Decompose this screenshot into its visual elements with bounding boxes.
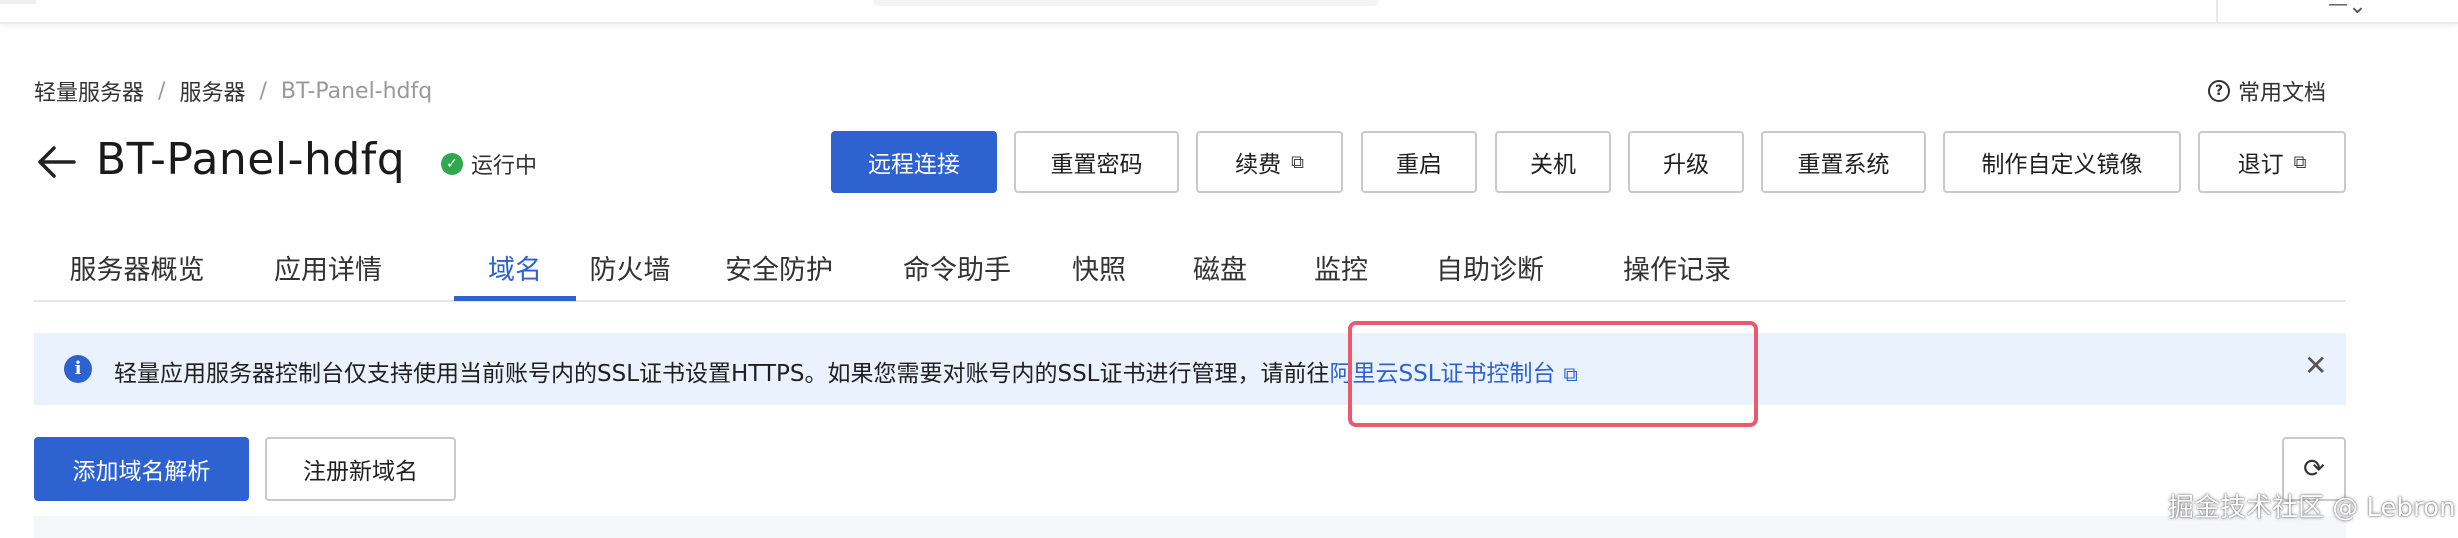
- remote-connect-button[interactable]: 远程连接: [831, 131, 997, 193]
- reset-password-button[interactable]: 重置密码: [1014, 131, 1179, 193]
- tab-monitoring[interactable]: 监控: [1310, 248, 1372, 298]
- top-search-field[interactable]: [873, 0, 1379, 6]
- register-domain-label: 注册新域名: [303, 459, 418, 485]
- notice-message: 轻量应用服务器控制台仅支持使用当前账号内的SSL证书设置HTTPS。如果您需要对…: [114, 361, 1330, 387]
- back-arrow-icon[interactable]: [34, 140, 78, 184]
- close-icon[interactable]: ✕: [2304, 349, 2327, 382]
- tab-bar: 服务器概览 应用详情 域名 防火墙 安全防护 命令助手 快照 磁盘 监控 自助诊…: [34, 238, 2346, 302]
- unsubscribe-label: 退订: [2237, 152, 2284, 178]
- question-circle-icon: ?: [2208, 80, 2230, 102]
- tab-firewall[interactable]: 防火墙: [572, 248, 688, 298]
- docs-link[interactable]: ? 常用文档: [2208, 74, 2326, 108]
- create-custom-image-button[interactable]: 制作自定义镜像: [1943, 131, 2181, 193]
- tab-snapshot[interactable]: 快照: [1068, 248, 1130, 298]
- shutdown-label: 关机: [1530, 152, 1576, 178]
- breadcrumb-item-lightweight[interactable]: 轻量服务器: [34, 75, 144, 107]
- upgrade-label: 升级: [1663, 152, 1709, 178]
- ssl-notice-banner: i 轻量应用服务器控制台仅支持使用当前账号内的SSL证书设置HTTPS。如果您需…: [34, 333, 2346, 405]
- table-header: [34, 516, 2346, 538]
- watermark: 掘金技术社区 @ Lebron: [2168, 493, 2456, 523]
- restart-button[interactable]: 重启: [1361, 131, 1477, 193]
- tab-command-assistant[interactable]: 命令助手: [899, 248, 1015, 298]
- reset-system-button[interactable]: 重置系统: [1761, 131, 1926, 193]
- breadcrumb-item-servers[interactable]: 服务器: [179, 75, 245, 107]
- reset-system-label: 重置系统: [1797, 152, 1890, 178]
- external-link-icon: ⧉: [1291, 151, 1304, 173]
- docs-link-label: 常用文档: [2238, 81, 2327, 106]
- restart-label: 重启: [1396, 152, 1442, 178]
- breadcrumb-separator: /: [158, 78, 166, 104]
- tab-app-details[interactable]: 应用详情: [270, 248, 386, 298]
- remote-connect-label: 远程连接: [868, 152, 960, 178]
- page-title: BT-Panel-hdfq: [96, 134, 406, 185]
- highlight-box: [1348, 321, 1758, 427]
- top-navbar-left-item[interactable]: [0, 0, 36, 4]
- status-badge: ✓ 运行中: [441, 148, 537, 180]
- breadcrumb-separator: /: [259, 78, 267, 104]
- tab-operation-log[interactable]: 操作记录: [1619, 248, 1735, 298]
- add-dns-record-button[interactable]: 添加域名解析: [34, 437, 249, 501]
- tab-security[interactable]: 安全防护: [721, 248, 837, 298]
- register-domain-button[interactable]: 注册新域名: [265, 437, 456, 501]
- info-icon: i: [64, 355, 92, 383]
- top-navbar-user-menu[interactable]: ᅳ⌄: [2328, 0, 2367, 20]
- upgrade-button[interactable]: 升级: [1628, 131, 1744, 193]
- refresh-icon: ⟳: [2303, 454, 2325, 484]
- unsubscribe-button[interactable]: 退订 ⧉: [2198, 131, 2346, 193]
- breadcrumb-item-current: BT-Panel-hdfq: [280, 78, 433, 104]
- create-custom-image-label: 制作自定义镜像: [1981, 152, 2143, 178]
- reset-password-label: 重置密码: [1050, 152, 1143, 178]
- tab-server-overview[interactable]: 服务器概览: [66, 248, 208, 298]
- tab-disk[interactable]: 磁盘: [1189, 248, 1251, 298]
- tab-domain[interactable]: 域名: [454, 248, 576, 298]
- shutdown-button[interactable]: 关机: [1495, 131, 1611, 193]
- top-navbar-divider: [2216, 0, 2218, 22]
- check-circle-icon: ✓: [441, 153, 463, 175]
- external-link-icon: ⧉: [2293, 151, 2307, 173]
- breadcrumb: 轻量服务器 / 服务器 / BT-Panel-hdfq: [34, 74, 432, 108]
- add-dns-record-label: 添加域名解析: [72, 459, 211, 485]
- renew-button[interactable]: 续费 ⧉: [1196, 131, 1343, 193]
- tab-self-diagnosis[interactable]: 自助诊断: [1432, 248, 1548, 298]
- status-text: 运行中: [471, 154, 538, 179]
- active-tab-indicator: [454, 296, 576, 301]
- renew-label: 续费: [1235, 152, 1282, 178]
